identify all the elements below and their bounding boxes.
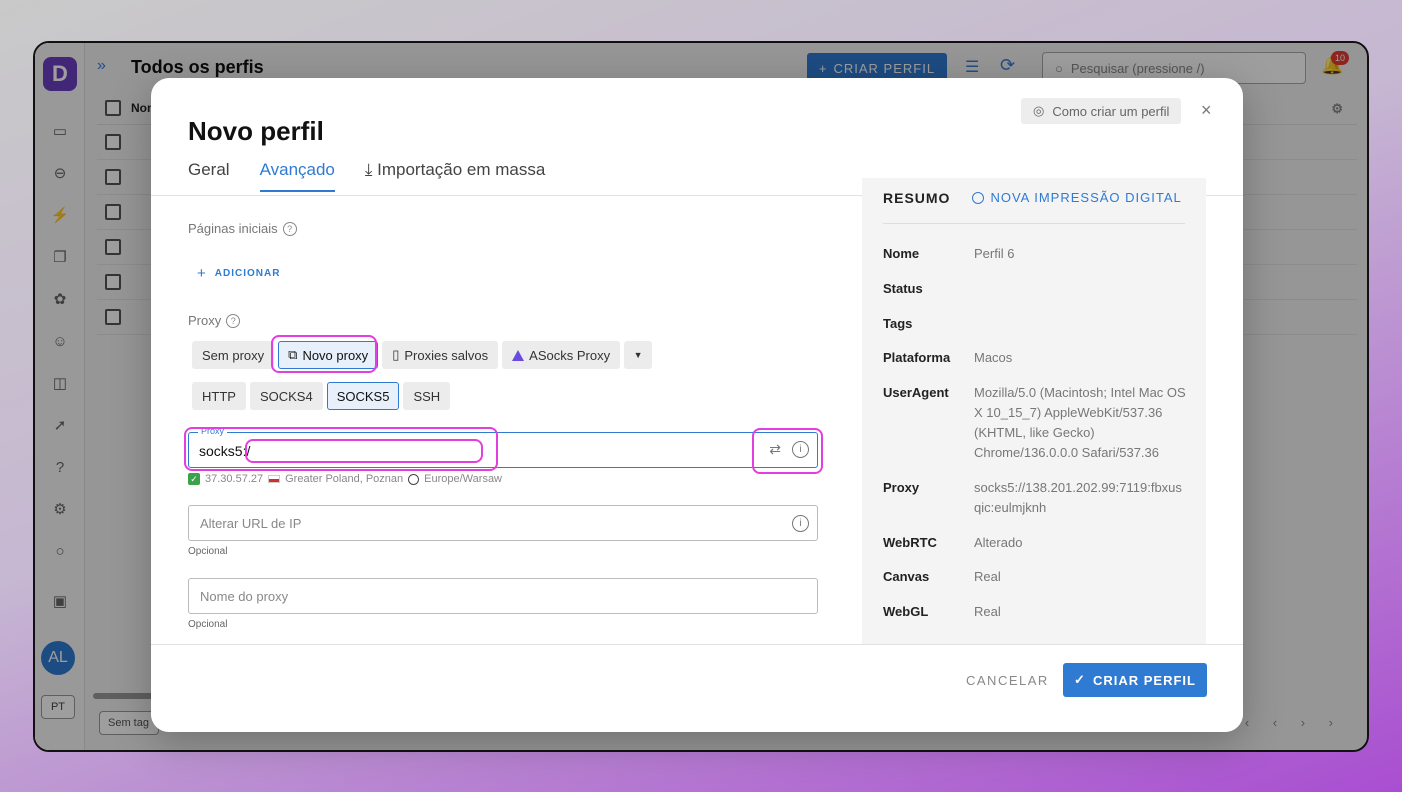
proxy-name-input[interactable]: Nome do proxy bbox=[188, 578, 818, 614]
info-icon[interactable]: i bbox=[792, 515, 809, 532]
dialog-title: Novo perfil bbox=[188, 116, 324, 146]
summary-row-platform: Plataforma Macos bbox=[883, 348, 1188, 368]
info-icon[interactable]: i bbox=[792, 441, 809, 458]
fingerprint-icon bbox=[972, 191, 985, 204]
question-icon[interactable]: ? bbox=[282, 221, 297, 236]
summary-value: Alterado bbox=[974, 535, 1023, 550]
tab-general[interactable]: Geral bbox=[188, 160, 230, 192]
start-pages-text: Páginas iniciais bbox=[188, 221, 278, 236]
new-proxy-icon: ⧉ bbox=[288, 347, 298, 362]
tab-advanced[interactable]: Avançado bbox=[259, 160, 335, 192]
check-icon: ✓ bbox=[188, 473, 200, 485]
bookmark-icon: ▯ bbox=[392, 347, 400, 362]
proxy-input-legend: Proxy bbox=[198, 426, 228, 436]
summary-panel: RESUMO NOVA IMPRESSÃO DIGITAL Nome Perfi… bbox=[862, 178, 1206, 644]
new-proxy-button[interactable]: ⧉ Novo proxy bbox=[278, 341, 379, 369]
summary-key: UserAgent bbox=[883, 385, 949, 400]
question-icon[interactable]: ? bbox=[226, 313, 241, 328]
asocks-proxy-label: ASocks Proxy bbox=[529, 347, 611, 363]
proxy-input-value: socks5:/ bbox=[199, 443, 251, 459]
help-link-label: Como criar um perfil bbox=[1052, 103, 1170, 119]
summary-row-webrtc: WebRTC Alterado bbox=[883, 533, 1188, 553]
summary-key: Proxy bbox=[883, 480, 920, 495]
summary-row-useragent: UserAgent Mozilla/5.0 (Macintosh; Intel … bbox=[883, 383, 1188, 463]
how-to-create-link[interactable]: ◎ Como criar um perfil bbox=[1021, 98, 1182, 124]
proxy-ip: 37.30.57.27 bbox=[205, 473, 264, 485]
proxy-mode-group: Sem proxy ⧉ Novo proxy ▯ Proxies salvos … bbox=[192, 341, 653, 369]
create-profile-label: CRIAR PERFIL bbox=[1092, 672, 1196, 688]
change-ip-url-placeholder: Alterar URL de IP bbox=[200, 515, 302, 531]
tab-bulk-import[interactable]: ⤓ Importação em massa bbox=[365, 160, 545, 192]
saved-proxies-button[interactable]: ▯ Proxies salvos bbox=[382, 341, 499, 369]
new-fingerprint-button[interactable]: NOVA IMPRESSÃO DIGITAL bbox=[972, 190, 1181, 205]
proxy-name-hint: Opcional bbox=[188, 619, 228, 630]
dialog-tabs: Geral Avançado ⤓ Importação em massa bbox=[188, 160, 545, 192]
change-ip-url-hint: Opcional bbox=[188, 546, 228, 557]
summary-row-webgl: WebGL Real bbox=[883, 602, 1188, 622]
download-icon: ⤓ bbox=[364, 160, 373, 179]
proxy-timezone: Europe/Warsaw bbox=[424, 473, 502, 485]
summary-row-canvas: Canvas Real bbox=[883, 567, 1188, 587]
summary-value: socks5://138.201.202.99:7119:fbxusqic:eu… bbox=[974, 480, 1182, 515]
poland-flag-icon bbox=[268, 475, 281, 483]
proxy-name-placeholder: Nome do proxy bbox=[200, 588, 289, 604]
summary-value: Real bbox=[974, 569, 1001, 584]
summary-key: Tags bbox=[883, 316, 913, 331]
swap-icon[interactable]: ⇄ bbox=[769, 441, 781, 458]
check-icon: ✓ bbox=[1074, 672, 1086, 687]
type-http-button[interactable]: HTTP bbox=[192, 382, 246, 410]
type-ssh-button[interactable]: SSH bbox=[403, 382, 451, 410]
summary-key: Nome bbox=[883, 246, 920, 261]
no-proxy-button[interactable]: Sem proxy bbox=[192, 341, 275, 369]
tab-bulk-import-label: Importação em massa bbox=[377, 160, 546, 179]
summary-row-status: Status bbox=[883, 279, 1188, 299]
dialog-footer: CANCELAR ✓ CRIAR PERFIL bbox=[151, 644, 1243, 732]
summary-value: Perfil 6 bbox=[974, 246, 1015, 261]
summary-title: RESUMO bbox=[883, 190, 951, 206]
proxy-label-text: Proxy bbox=[188, 313, 222, 328]
summary-value-platform: Macos bbox=[974, 348, 1012, 368]
proxy-location: Greater Poland, Poznan bbox=[285, 473, 404, 485]
summary-key: Plataforma bbox=[883, 350, 951, 365]
chevron-down-icon[interactable]: ▼ bbox=[624, 341, 653, 369]
summary-value: Real bbox=[974, 604, 1001, 619]
summary-value: Mozilla/5.0 (Macintosh; Intel Mac OS X 1… bbox=[974, 385, 1186, 460]
proxy-input[interactable]: Proxy socks5:/ ⇄ i bbox=[188, 426, 818, 468]
add-start-page-label: ADICIONAR bbox=[214, 268, 281, 279]
summary-row-name: Nome Perfil 6 bbox=[883, 244, 1188, 264]
proxy-check-result: ✓ 37.30.57.27 Greater Poland, Poznan Eur… bbox=[188, 473, 502, 485]
type-socks4-button[interactable]: SOCKS4 bbox=[249, 382, 323, 410]
cancel-button[interactable]: CANCELAR bbox=[966, 673, 1049, 688]
summary-key: Canvas bbox=[883, 569, 930, 584]
add-start-page-button[interactable]: + ADICIONAR bbox=[197, 265, 280, 282]
summary-key: WebGL bbox=[883, 604, 929, 619]
close-icon[interactable]: × bbox=[1201, 100, 1212, 121]
lifebuoy-icon: ◎ bbox=[1033, 103, 1045, 118]
plus-icon: + bbox=[197, 265, 207, 282]
saved-proxies-label: Proxies salvos bbox=[404, 347, 489, 363]
asocks-logo-icon bbox=[512, 349, 525, 361]
summary-row-tags: Tags bbox=[883, 314, 1188, 334]
asocks-proxy-button[interactable]: ASocks Proxy bbox=[502, 341, 621, 369]
summary-header: RESUMO NOVA IMPRESSÃO DIGITAL bbox=[883, 190, 1185, 224]
change-ip-url-input[interactable]: Alterar URL de IP i bbox=[188, 505, 818, 541]
create-profile-button[interactable]: ✓ CRIAR PERFIL bbox=[1063, 663, 1207, 697]
summary-row-proxy: Proxy socks5://138.201.202.99:7119:fbxus… bbox=[883, 478, 1188, 518]
proxy-label: Proxy ? bbox=[188, 313, 241, 328]
proxy-type-group: HTTP SOCKS4 SOCKS5 SSH bbox=[192, 382, 451, 410]
summary-value: Macos bbox=[974, 350, 1013, 365]
new-proxy-label: Novo proxy bbox=[302, 347, 369, 363]
clock-icon bbox=[408, 473, 420, 485]
new-fingerprint-label: NOVA IMPRESSÃO DIGITAL bbox=[990, 190, 1182, 205]
summary-key: Status bbox=[883, 281, 923, 296]
start-pages-label: Páginas iniciais ? bbox=[188, 221, 297, 236]
summary-key: WebRTC bbox=[883, 535, 937, 550]
new-profile-dialog: Novo perfil ◎ Como criar um perfil × Ger… bbox=[151, 78, 1243, 732]
type-socks5-button[interactable]: SOCKS5 bbox=[326, 382, 400, 410]
